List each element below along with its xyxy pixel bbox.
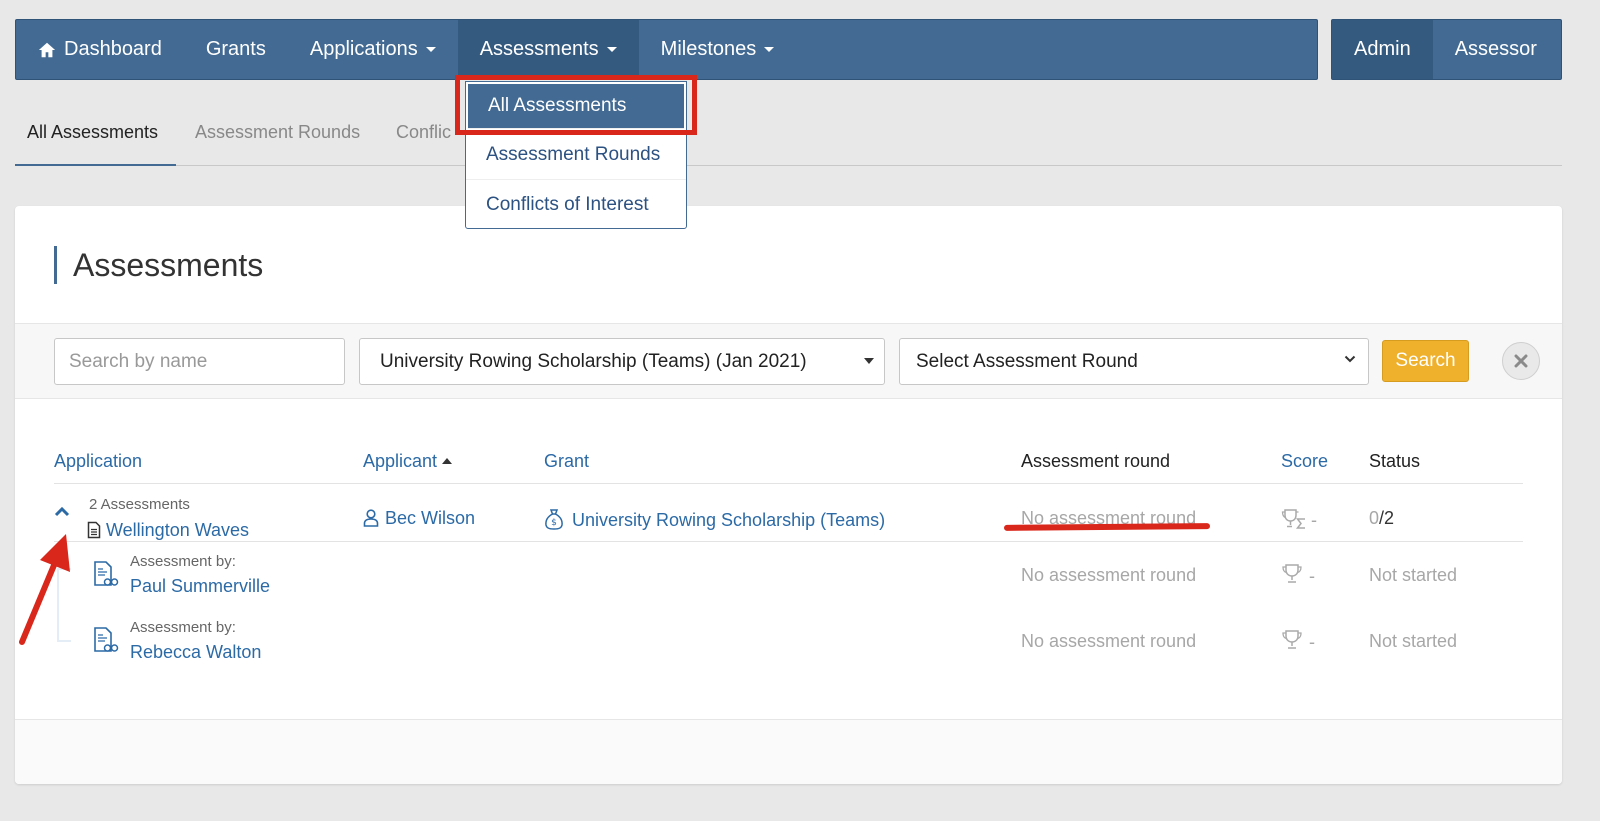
col-applicant-label: Applicant bbox=[363, 451, 438, 471]
status-done-count: 0 bbox=[1369, 508, 1380, 528]
nav-assessments-label: Assessments bbox=[479, 38, 599, 60]
row-divider bbox=[54, 541, 1523, 542]
assessment-round: No assessment round bbox=[1021, 631, 1197, 651]
col-status: Status bbox=[1369, 451, 1421, 471]
grant-select-value: University Rowing Scholarship (Teams) (J… bbox=[380, 350, 807, 372]
role-switcher: Admin Assessor bbox=[1331, 19, 1562, 80]
round-select-value: Select Assessment Round bbox=[916, 350, 1138, 372]
assessment-count: 2 Assessments bbox=[89, 496, 190, 513]
grant-link[interactable]: $ University Rowing Scholarship (Teams) bbox=[544, 508, 885, 531]
search-button[interactable]: Search bbox=[1382, 340, 1469, 382]
search-input[interactable] bbox=[54, 338, 345, 385]
close-icon bbox=[1514, 354, 1528, 368]
col-applicant[interactable]: Applicant bbox=[363, 451, 453, 472]
home-icon bbox=[38, 42, 56, 57]
role-assessor-label: Assessor bbox=[1454, 38, 1537, 60]
document-icon bbox=[87, 521, 101, 539]
caret-down-icon bbox=[864, 358, 874, 364]
nav-dashboard-label: Dashboard bbox=[64, 38, 162, 60]
role-admin-label: Admin bbox=[1354, 38, 1411, 60]
assessment-round-select[interactable]: Select Assessment Round bbox=[899, 338, 1369, 385]
assessment-by-label: Assessment by: bbox=[130, 619, 236, 636]
caret-down-icon bbox=[764, 47, 775, 52]
header-divider bbox=[54, 483, 1523, 484]
assessor-link[interactable]: Paul Summerville bbox=[130, 576, 270, 597]
assessment-status: Not started bbox=[1369, 565, 1458, 585]
user-icon bbox=[363, 509, 379, 527]
application-status: 0/2 bbox=[1369, 508, 1394, 529]
col-score[interactable]: Score bbox=[1281, 451, 1328, 472]
caret-down-icon bbox=[425, 47, 436, 52]
assessment-score-value: - bbox=[1309, 566, 1315, 586]
role-assessor[interactable]: Assessor bbox=[1433, 20, 1559, 79]
subtab-assessment-rounds[interactable]: Assessment Rounds bbox=[195, 122, 360, 143]
assessor-link[interactable]: Rebecca Walton bbox=[130, 642, 261, 663]
nav-applications-label: Applications bbox=[309, 38, 418, 60]
assessment-status: Not started bbox=[1369, 631, 1458, 651]
menu-item-assessment-rounds[interactable]: Assessment Rounds bbox=[466, 131, 686, 180]
application-score: - bbox=[1281, 508, 1317, 531]
main-navbar: Dashboard Grants Applications Assessment… bbox=[15, 19, 1318, 80]
filter-bar: University Rowing Scholarship (Teams) (J… bbox=[15, 323, 1562, 399]
nav-dashboard[interactable]: Dashboard bbox=[16, 20, 184, 79]
caret-down-icon bbox=[606, 47, 617, 52]
nav-applications[interactable]: Applications bbox=[288, 20, 458, 79]
trophy-icon bbox=[1282, 630, 1302, 649]
trophy-icon bbox=[1282, 564, 1302, 583]
money-bag-icon: $ bbox=[545, 509, 563, 530]
tree-connector bbox=[57, 568, 71, 642]
nav-milestones-label: Milestones bbox=[660, 38, 757, 60]
assessment-document-icon bbox=[94, 627, 119, 652]
menu-item-all-assessments[interactable]: All Assessments bbox=[468, 84, 684, 129]
col-grant[interactable]: Grant bbox=[544, 451, 589, 472]
nav-grants[interactable]: Grants bbox=[184, 20, 288, 79]
application-link[interactable]: Wellington Waves bbox=[87, 520, 249, 541]
page-title: Assessments bbox=[54, 246, 263, 284]
nav-assessments[interactable]: Assessments bbox=[457, 20, 639, 79]
grant-name: University Rowing Scholarship (Teams) bbox=[572, 510, 886, 530]
applicant-name: Bec Wilson bbox=[385, 508, 476, 528]
assessment-by-label: Assessment by: bbox=[130, 553, 236, 570]
subtab-conflicts[interactable]: Conflic bbox=[396, 122, 451, 143]
subtab-all-assessments[interactable]: All Assessments bbox=[27, 122, 158, 143]
applicant-link[interactable]: Bec Wilson bbox=[363, 508, 475, 529]
assessment-score: - bbox=[1281, 563, 1315, 587]
subtabs: All Assessments Assessment Rounds Confli… bbox=[15, 110, 1562, 166]
chevron-up-icon[interactable] bbox=[54, 505, 70, 517]
assessments-dropdown-menu: All Assessments Assessment Rounds Confli… bbox=[465, 81, 687, 229]
assessment-round: No assessment round bbox=[1021, 565, 1197, 585]
grant-select[interactable]: University Rowing Scholarship (Teams) (J… bbox=[359, 338, 885, 385]
col-assessment-round: Assessment round bbox=[1021, 451, 1171, 471]
application-name: Wellington Waves bbox=[106, 520, 250, 540]
panel-footer bbox=[15, 719, 1562, 784]
assessment-document-icon bbox=[94, 561, 119, 586]
score-value: - bbox=[1311, 510, 1317, 530]
role-admin[interactable]: Admin bbox=[1332, 20, 1433, 79]
menu-item-conflicts-of-interest[interactable]: Conflicts of Interest bbox=[466, 180, 686, 229]
chevron-down-icon bbox=[1344, 355, 1356, 363]
svg-text:$: $ bbox=[551, 518, 557, 528]
col-application[interactable]: Application bbox=[54, 451, 142, 472]
status-total: /2 bbox=[1379, 508, 1395, 528]
nav-grants-label: Grants bbox=[205, 38, 266, 60]
trophy-sum-icon bbox=[1281, 509, 1305, 529]
clear-filters-button[interactable] bbox=[1502, 342, 1540, 380]
nav-milestones[interactable]: Milestones bbox=[639, 20, 797, 79]
assessments-panel: Assessments University Rowing Scholarshi… bbox=[15, 206, 1562, 784]
assessment-score: - bbox=[1281, 629, 1315, 653]
sort-asc-icon bbox=[442, 458, 453, 464]
active-tab-indicator bbox=[15, 164, 176, 166]
assessment-score-value: - bbox=[1309, 632, 1315, 652]
